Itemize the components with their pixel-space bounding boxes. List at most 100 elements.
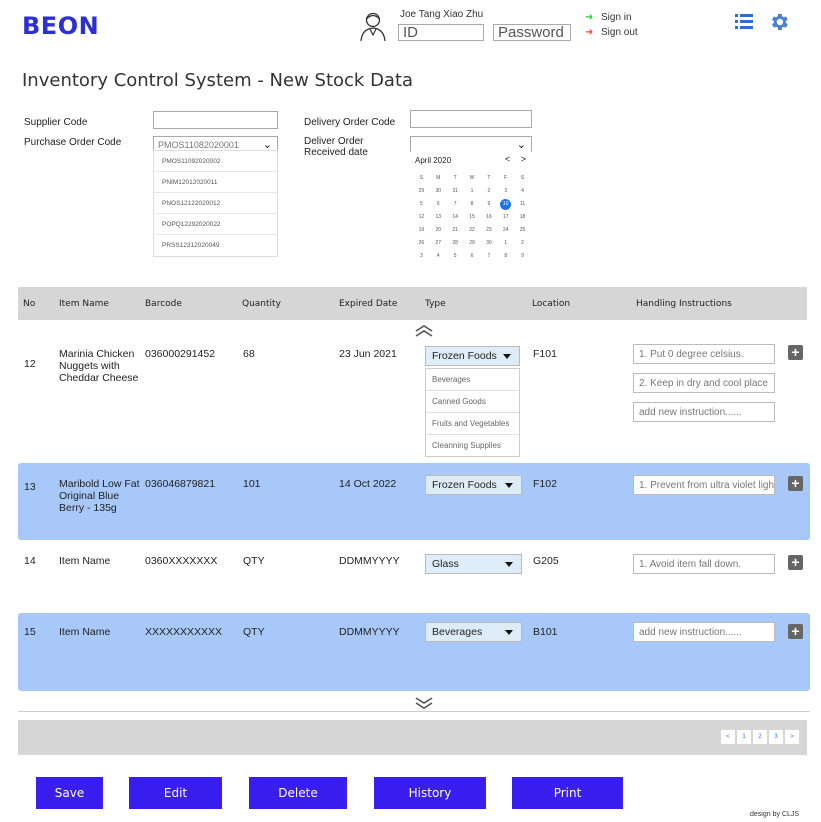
add-instruction-button[interactable]: +	[788, 476, 803, 491]
divider	[18, 711, 810, 712]
calendar-day[interactable]: 6	[430, 198, 447, 210]
calendar-day[interactable]: 5	[413, 198, 430, 210]
calendar-next-button[interactable]: >	[521, 154, 526, 164]
dropdown-option[interactable]: POPQ12292020022	[154, 214, 277, 235]
calendar-day[interactable]: 30	[430, 185, 447, 197]
type-select[interactable]: Frozen Foods	[425, 475, 522, 495]
row-no: 14	[24, 555, 36, 567]
calendar-day[interactable]: 20	[430, 224, 447, 236]
sign-out-link[interactable]: ➜ Sign out	[585, 27, 638, 38]
edit-button[interactable]: Edit	[129, 777, 222, 809]
type-option[interactable]: Fruits and Vegetables	[426, 413, 519, 435]
calendar-day[interactable]: 9	[514, 250, 531, 262]
calendar-day[interactable]: 21	[447, 224, 464, 236]
scroll-down-icon[interactable]	[413, 696, 435, 710]
add-instruction-button[interactable]: +	[788, 555, 803, 570]
calendar-day[interactable]: 29	[413, 185, 430, 197]
dropdown-option[interactable]: PMOS11092020002	[154, 151, 277, 172]
save-button[interactable]: Save	[36, 777, 103, 809]
calendar-prev-button[interactable]: <	[505, 154, 510, 164]
calendar-day[interactable]: 4	[514, 185, 531, 197]
calendar-day[interactable]: 30	[480, 237, 497, 249]
calendar-day[interactable]: 2	[480, 185, 497, 197]
row-quantity: QTY	[243, 555, 265, 567]
calendar-day[interactable]: 14	[447, 211, 464, 223]
calendar-day[interactable]: 26	[413, 237, 430, 249]
history-button[interactable]: History	[374, 777, 486, 809]
calendar-day[interactable]: 27	[430, 237, 447, 249]
supplier-code-input[interactable]	[153, 111, 278, 129]
calendar-day[interactable]: 15	[464, 211, 481, 223]
calendar-day[interactable]: 16	[480, 211, 497, 223]
calendar-day[interactable]: 22	[464, 224, 481, 236]
calendar-day[interactable]: 7	[447, 198, 464, 210]
delivery-order-input[interactable]	[410, 110, 532, 128]
row-item-name: Item Name	[59, 626, 111, 638]
instruction-input[interactable]: 2. Keep in dry and cool place	[633, 373, 775, 393]
calendar-day[interactable]: 9	[480, 198, 497, 210]
calendar-day[interactable]: 6	[464, 250, 481, 262]
type-value: Frozen Foods	[432, 350, 497, 362]
calendar-day[interactable]: 4	[430, 250, 447, 262]
dropdown-option[interactable]: PRSS12312020049	[154, 235, 277, 256]
calendar-day[interactable]: 2	[514, 237, 531, 249]
type-option[interactable]: Canned Goods	[426, 391, 519, 413]
supplier-code-label: Supplier Code	[24, 117, 88, 128]
list-icon[interactable]	[735, 14, 753, 30]
delete-button[interactable]: Delete	[249, 777, 347, 809]
calendar-day[interactable]: 19	[413, 224, 430, 236]
print-button[interactable]: Print	[512, 777, 623, 809]
row-barcode: 0360XXXXXXX	[145, 555, 218, 567]
add-instruction-button[interactable]: +	[788, 345, 803, 360]
id-input[interactable]: ID	[398, 24, 484, 41]
type-option[interactable]: Beverages	[426, 369, 519, 391]
add-instruction-button[interactable]: +	[788, 624, 803, 639]
calendar-day[interactable]: 8	[464, 198, 481, 210]
page-3-button[interactable]: 3	[769, 730, 783, 744]
page-prev-button[interactable]: <	[721, 730, 735, 744]
calendar-day[interactable]: 13	[430, 211, 447, 223]
calendar-day[interactable]: 25	[514, 224, 531, 236]
calendar-day[interactable]: 17	[497, 211, 514, 223]
instruction-input[interactable]: add new instruction......	[633, 622, 775, 642]
calendar-day[interactable]: 10	[497, 198, 514, 210]
calendar-day[interactable]: 11	[514, 198, 531, 210]
sign-in-label: Sign in	[601, 12, 632, 23]
calendar-day[interactable]: 18	[514, 211, 531, 223]
calendar-day[interactable]: 28	[447, 237, 464, 249]
calendar-day[interactable]: 5	[447, 250, 464, 262]
type-option[interactable]: Cleanning Supplies	[426, 435, 519, 456]
password-input[interactable]: Password	[493, 24, 571, 41]
type-select[interactable]: Glass	[425, 554, 522, 574]
calendar-day[interactable]: 23	[480, 224, 497, 236]
dropdown-option[interactable]: PNIM12012020011	[154, 172, 277, 193]
purchase-order-label: Purchase Order Code	[24, 137, 122, 148]
calendar-day[interactable]: 24	[497, 224, 514, 236]
calendar-day[interactable]: 8	[497, 250, 514, 262]
instruction-input[interactable]: 1. Put 0 degree celsius.	[633, 344, 775, 364]
instruction-input[interactable]: 1. Prevent from ultra violet light	[633, 475, 775, 495]
calendar-day[interactable]: 31	[447, 185, 464, 197]
type-select[interactable]: Frozen Foods	[425, 346, 520, 366]
calendar-day[interactable]: 1	[497, 237, 514, 249]
calendar-day[interactable]: 1	[464, 185, 481, 197]
calendar-day[interactable]: 12	[413, 211, 430, 223]
calendar-month: April 2020	[415, 156, 452, 165]
page-next-button[interactable]: >	[785, 730, 799, 744]
calendar-day[interactable]: 3	[497, 185, 514, 197]
type-select[interactable]: Beverages	[425, 622, 522, 642]
page-2-button[interactable]: 2	[753, 730, 767, 744]
deliver-received-label-1: Deliver Order	[304, 136, 364, 147]
dropdown-option[interactable]: PNOS12122020012	[154, 193, 277, 214]
instruction-input[interactable]: 1. Avoid item fall down.	[633, 554, 775, 574]
col-barcode: Barcode	[145, 299, 182, 309]
calendar-day[interactable]: 7	[480, 250, 497, 262]
instruction-input[interactable]: add new instruction......	[633, 402, 775, 422]
calendar-day[interactable]: 29	[464, 237, 481, 249]
page-1-button[interactable]: 1	[737, 730, 751, 744]
calendar-day[interactable]: 3	[413, 250, 430, 262]
scroll-up-icon[interactable]	[413, 324, 435, 338]
gear-icon[interactable]	[768, 11, 790, 33]
sign-in-link[interactable]: ➜ Sign in	[585, 12, 632, 23]
app-logo[interactable]: BEON	[22, 12, 99, 40]
